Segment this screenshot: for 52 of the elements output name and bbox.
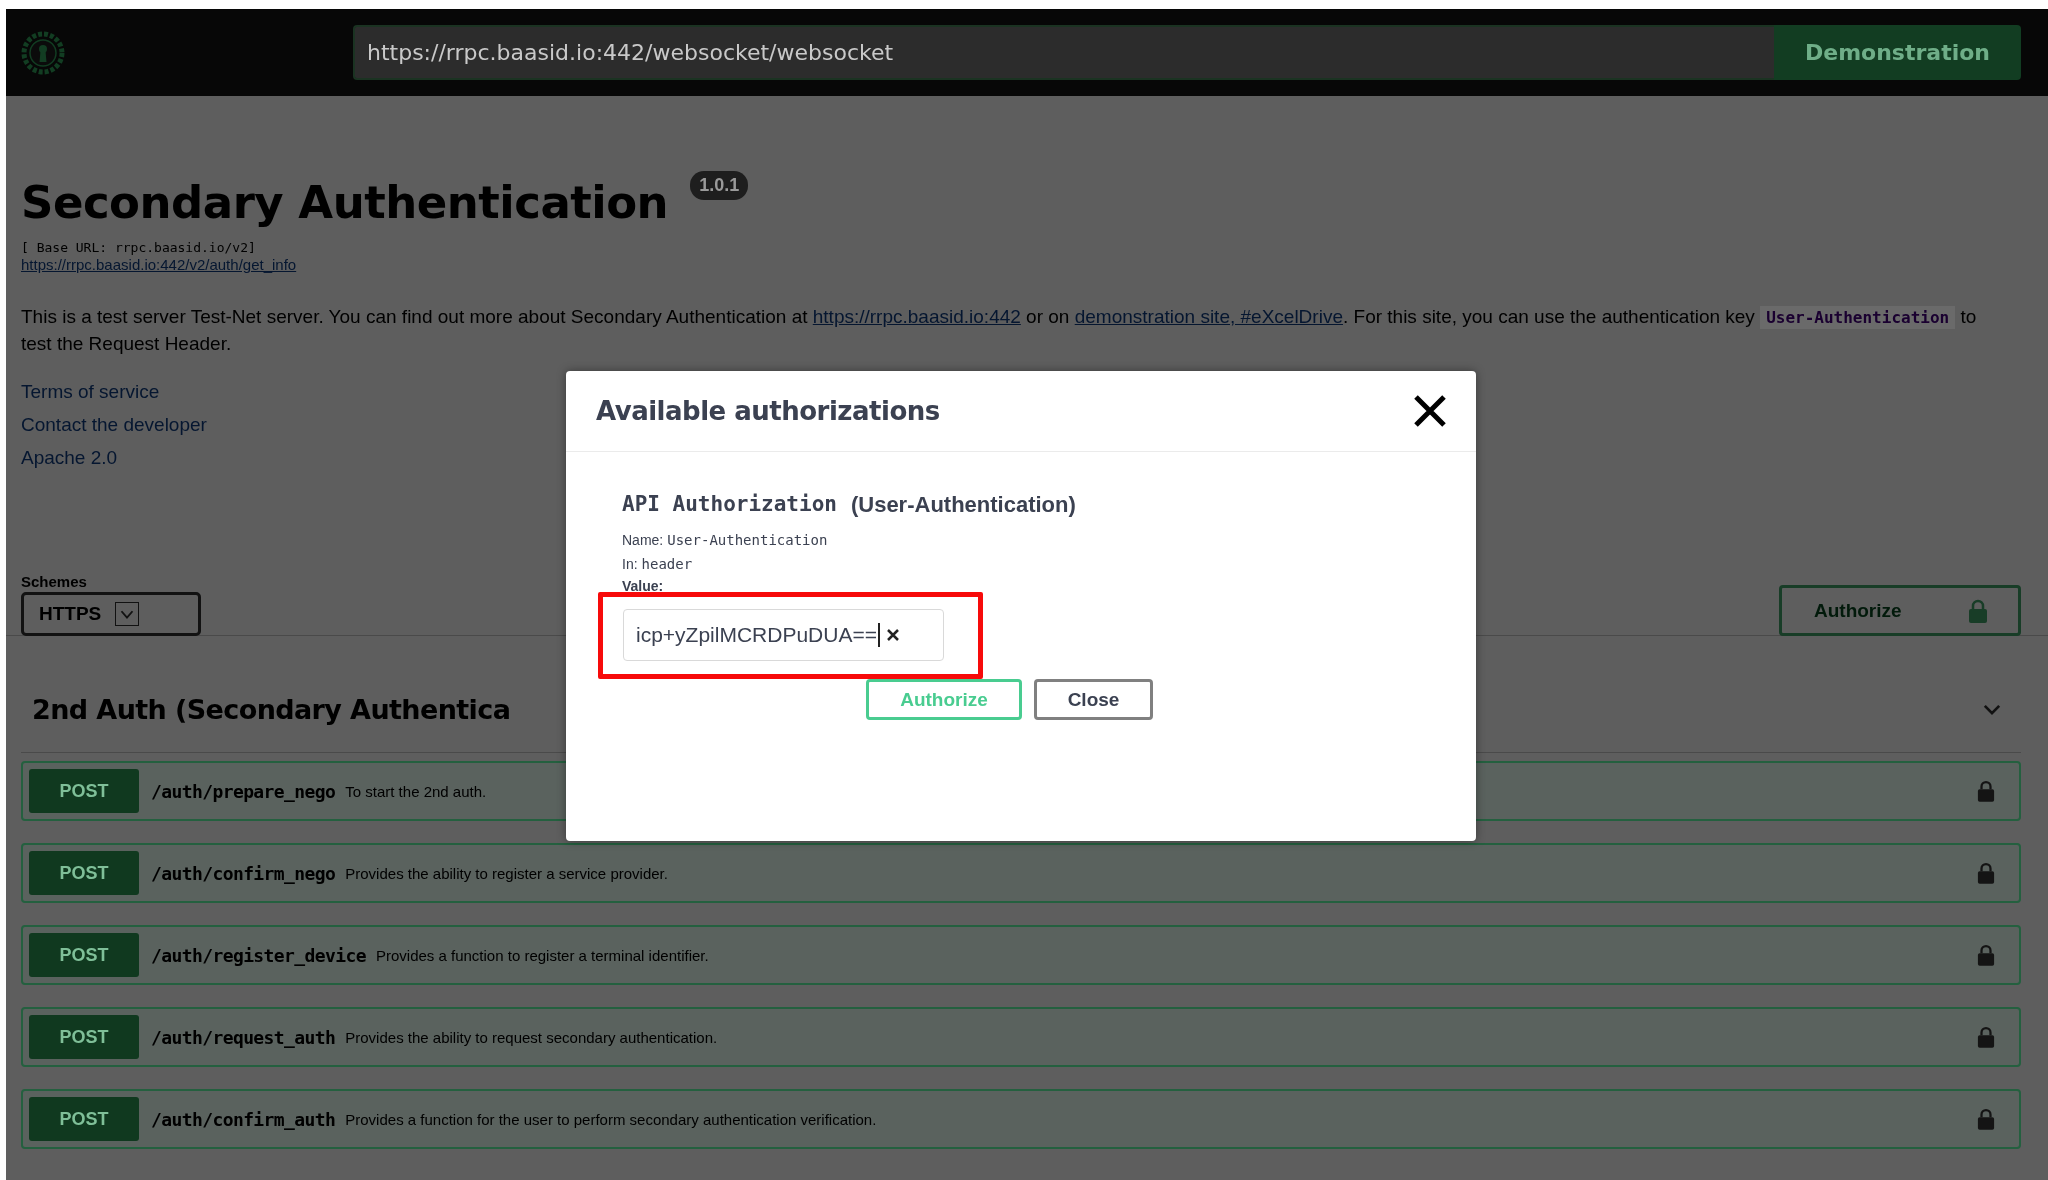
endpoint-path[interactable]: /auth/prepare_nego (151, 780, 336, 802)
endpoint-path[interactable]: /auth/register_device (151, 944, 366, 966)
version-badge: 1.0.1 (690, 171, 749, 200)
description-paragraph: This is a test server Test-Net server. You can find out more about Secondary Authentication at https://rrpc.baasid.io:442 or on demonstration site, #eXcelDrive. For this site, you can use the authentication key User-Authentication to test the Request Header. (21, 305, 1978, 356)
method-badge: POST (29, 933, 139, 977)
endpoint-summary: Provides a function for the user to perform secondary authentication verification. (345, 1110, 877, 1128)
authorize-button[interactable]: Authorize (866, 679, 1022, 720)
field-label: In: (622, 556, 638, 572)
info-link[interactable]: Apache 2.0 (21, 445, 118, 471)
lock-icon (1968, 598, 1988, 623)
spec-link[interactable]: https://rrpc.baasid.io:442/v2/auth/get_info (21, 256, 297, 273)
lock-icon[interactable] (1977, 1107, 1995, 1131)
endpoint-path[interactable]: /auth/confirm_nego (151, 862, 336, 884)
endpoint-path[interactable]: /auth/request_auth (151, 1026, 336, 1048)
lock-icon[interactable] (1977, 779, 1995, 803)
field-value: User-Authentication (667, 532, 828, 548)
chain-keyhole-logo-icon (21, 30, 65, 75)
auth-name: API Authorization (622, 492, 837, 518)
schemes-label: Schemes (21, 573, 88, 590)
method-badge: POST (29, 769, 139, 813)
base-url-text: [ Base URL: rrpc.baasid.io/v2] (21, 240, 256, 255)
endpoint-summary: Provides the ability to request secondary authentication. (345, 1028, 718, 1046)
endpoint-path[interactable]: /auth/confirm_auth (151, 1108, 336, 1130)
method-badge: POST (29, 851, 139, 895)
endpoint-summary: To start the 2nd auth. (345, 782, 487, 800)
scheme-select[interactable]: HTTPS (21, 592, 201, 636)
endpoint-summary: Provides the ability to register a service provider. (345, 864, 668, 882)
value-input-field[interactable]: icp+yZpilMCRDPuDUA== (623, 609, 944, 661)
field-value: header (641, 556, 693, 572)
method-badge: POST (29, 1097, 139, 1141)
url-field[interactable]: https://rrpc.baasid.io:442/websocket/websocket (353, 25, 1774, 80)
auth-scheme: (User-Authentication) (850, 492, 1076, 518)
lock-icon[interactable] (1977, 861, 1995, 885)
chevron-down-icon[interactable] (1983, 703, 2001, 715)
info-link[interactable]: Contact the developer (21, 412, 207, 438)
method-badge: POST (29, 1015, 139, 1059)
page-title: Secondary Authentication (21, 175, 669, 231)
caret-icon (115, 602, 140, 626)
info-link[interactable]: Terms of service (21, 379, 160, 405)
demonstration-button[interactable]: Demonstration (1774, 25, 2021, 80)
close-button[interactable]: Close (1034, 679, 1153, 720)
section-title[interactable]: 2nd Auth (Secondary Authentica (32, 693, 511, 725)
dialog-title: Available authorizations (596, 396, 940, 426)
description-link[interactable]: demonstration site, #eXcelDrive (1074, 306, 1343, 327)
value-label: Value: (622, 578, 664, 594)
authorize-button[interactable]: Authorize (1779, 585, 2021, 636)
lock-icon[interactable] (1977, 1025, 1995, 1049)
endpoint-summary: Provides a function to register a terminal identifier. (376, 946, 709, 964)
close-icon[interactable] (1412, 393, 1448, 429)
field-label: Name: (622, 532, 664, 548)
lock-icon[interactable] (1977, 943, 1995, 967)
description-link[interactable]: https://rrpc.baasid.io:442 (812, 306, 1021, 327)
